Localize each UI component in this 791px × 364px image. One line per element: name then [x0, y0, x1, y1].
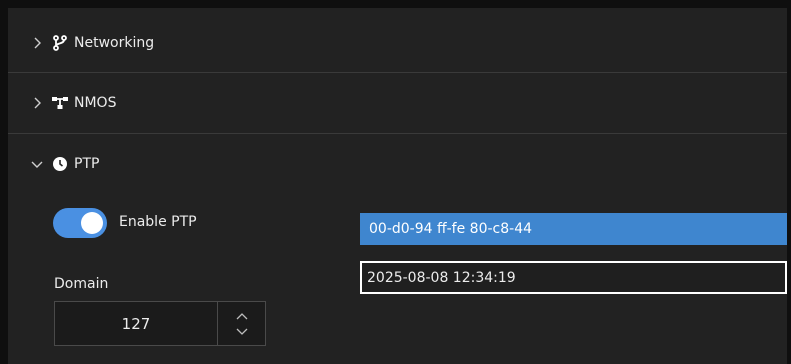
- chevron-down-icon: [30, 157, 44, 171]
- enable-ptp-label: Enable PTP: [119, 214, 197, 230]
- clock-icon: [52, 156, 68, 172]
- network-nodes-icon: [52, 95, 68, 111]
- section-nmos-header[interactable]: NMOS: [8, 73, 787, 133]
- section-networking-header[interactable]: Networking: [8, 13, 787, 73]
- section-nmos-label: NMOS: [74, 95, 117, 111]
- settings-panel: Networking NMOS PTP Enable PTP Domain 12…: [8, 8, 787, 364]
- domain-label: Domain: [54, 276, 109, 292]
- decrement-button[interactable]: [235, 327, 249, 337]
- enable-ptp-toggle[interactable]: [53, 208, 107, 238]
- toggle-knob: [81, 212, 103, 234]
- branch-icon: [52, 35, 68, 51]
- datetime-field[interactable]: 2025-08-08 12:34:19: [360, 261, 787, 294]
- chevron-right-icon: [30, 36, 44, 50]
- right-border: [787, 8, 791, 364]
- left-border: [0, 8, 8, 364]
- section-ptp-header[interactable]: PTP: [8, 134, 787, 194]
- domain-stepper[interactable]: 127: [54, 301, 266, 346]
- top-border: [0, 0, 791, 8]
- stepper-arrows: [218, 302, 265, 345]
- section-ptp-label: PTP: [74, 156, 100, 172]
- chevron-right-icon: [30, 96, 44, 110]
- clock-identity-field[interactable]: 00-d0-94 ff-fe 80-c8-44: [360, 213, 787, 245]
- increment-button[interactable]: [235, 311, 249, 321]
- domain-value[interactable]: 127: [55, 302, 217, 345]
- section-networking-label: Networking: [74, 35, 155, 51]
